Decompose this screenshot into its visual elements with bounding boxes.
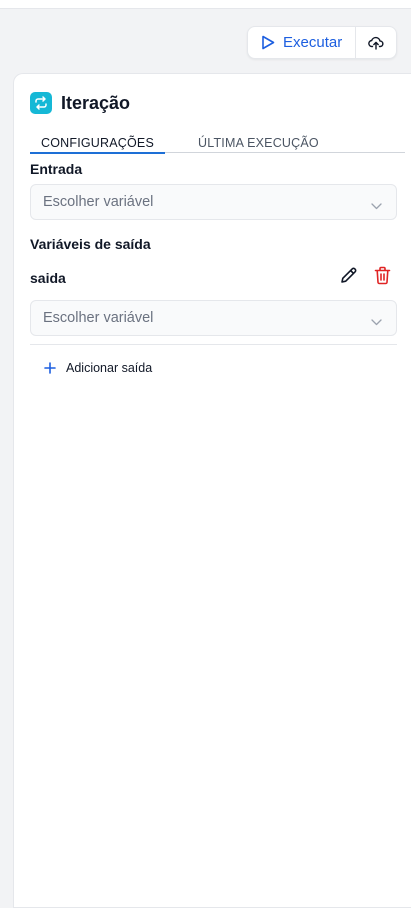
play-icon <box>261 35 275 50</box>
tab-configuracoes[interactable]: CONFIGURAÇÕES <box>30 136 165 154</box>
node-config-panel: Iteração CONFIGURAÇÕES ÚLTIMA EXECUÇÃO E… <box>13 73 411 908</box>
cloud-upload-icon <box>368 36 384 50</box>
publish-button[interactable] <box>356 27 396 58</box>
input-variable-placeholder: Escolher variável <box>43 194 154 210</box>
input-label: Entrada <box>30 161 83 177</box>
top-bar <box>0 0 411 9</box>
tab-ultima-execucao[interactable]: ÚLTIMA EXECUÇÃO <box>198 136 319 150</box>
output-actions <box>339 266 391 285</box>
output-variable-select[interactable]: Escolher variável <box>30 300 397 336</box>
add-output-label: Adicionar saída <box>66 361 153 375</box>
panel-header: Iteração <box>30 92 130 114</box>
input-variable-select[interactable]: Escolher variável <box>30 184 397 220</box>
loop-arrows-icon <box>30 92 52 114</box>
node-title: Iteração <box>61 92 131 113</box>
chevron-down-icon <box>371 314 382 330</box>
run-label: Executar <box>283 34 343 51</box>
tab-bar: CONFIGURAÇÕES ÚLTIMA EXECUÇÃO <box>30 134 405 154</box>
output-variables-label: Variáveis de saída <box>30 236 151 252</box>
output-variable-placeholder: Escolher variável <box>43 310 154 326</box>
trash-icon[interactable] <box>374 266 391 285</box>
chevron-down-icon <box>371 198 382 214</box>
run-button[interactable]: Executar <box>248 27 356 58</box>
plus-icon <box>44 362 56 374</box>
add-output-button[interactable]: Adicionar saída <box>44 361 152 375</box>
output-name: saida <box>30 270 66 286</box>
pencil-icon[interactable] <box>339 266 358 285</box>
run-toolbar: Executar <box>247 26 397 59</box>
divider <box>30 344 397 345</box>
